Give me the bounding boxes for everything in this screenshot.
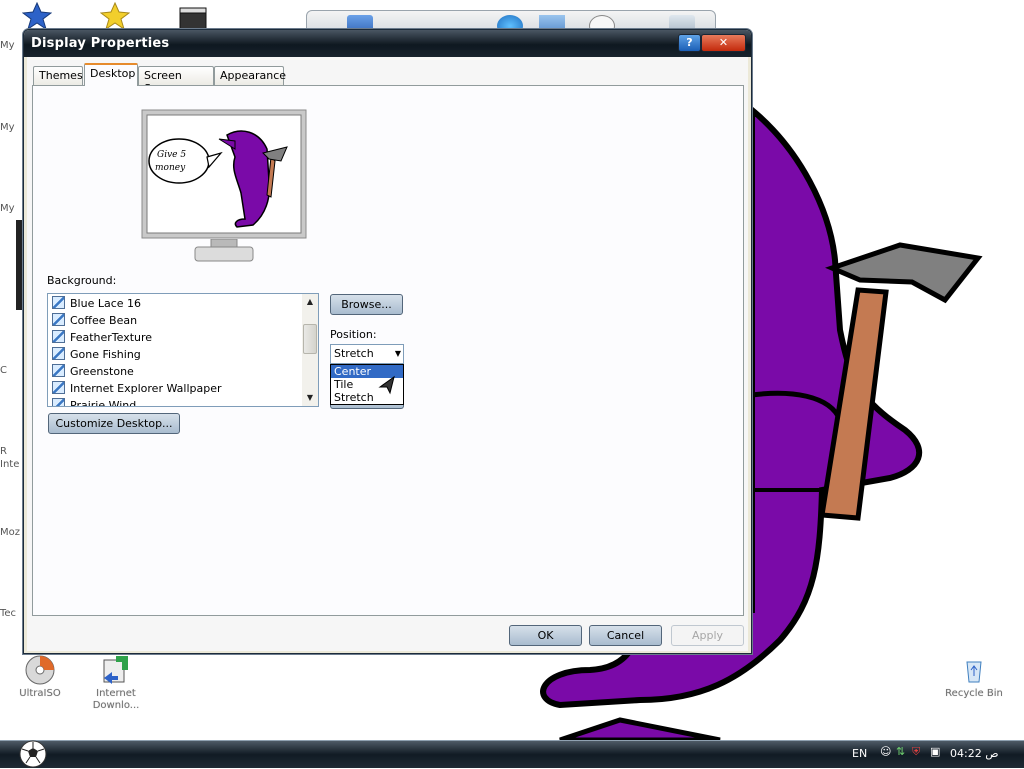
title-bar[interactable]: Display Properties ? ✕ bbox=[24, 30, 751, 57]
background-label: Background: bbox=[47, 274, 117, 287]
list-item[interactable]: Coffee Bean bbox=[52, 312, 137, 329]
position-label: Position: bbox=[330, 328, 377, 341]
list-item[interactable]: FeatherTexture bbox=[52, 329, 152, 346]
wallpaper-file-icon bbox=[52, 330, 65, 343]
mouse-cursor-icon bbox=[378, 375, 395, 395]
scroll-thumb[interactable] bbox=[303, 324, 317, 354]
help-button[interactable]: ? bbox=[678, 34, 701, 52]
desktop-icon-label-stub[interactable]: C bbox=[0, 365, 7, 376]
list-item[interactable]: Greenstone bbox=[52, 363, 134, 380]
desktop-icon-label-stub[interactable]: Tec bbox=[0, 608, 16, 619]
system-tray: EN ☺ ⇅ ⛨ ▣ 04:22 ص bbox=[844, 741, 1024, 769]
start-button-soccer-ball-icon[interactable] bbox=[18, 739, 48, 769]
wallpaper-file-icon bbox=[52, 364, 65, 377]
customize-desktop-button[interactable]: Customize Desktop... bbox=[48, 413, 180, 434]
list-scrollbar[interactable]: ▲ ▼ bbox=[302, 294, 318, 406]
position-dropdown[interactable]: Stretch ▼ bbox=[330, 344, 404, 364]
apply-button[interactable]: Apply bbox=[671, 625, 744, 646]
desktop-icon-recycle-bin[interactable]: Recycle Bin bbox=[942, 654, 1006, 700]
desktop-icon-label-stub[interactable]: My bbox=[0, 203, 15, 214]
chevron-down-icon[interactable]: ▼ bbox=[395, 345, 401, 363]
tab-appearance[interactable]: Appearance bbox=[214, 66, 286, 85]
desktop-icon-label-stub[interactable]: My bbox=[0, 122, 15, 133]
window-client-area: Themes Desktop Screen Saver Appearance G… bbox=[27, 57, 748, 651]
list-item[interactable]: Prairie Wind bbox=[52, 397, 136, 406]
disc-icon bbox=[25, 655, 55, 685]
clock[interactable]: 04:22 ص bbox=[950, 747, 999, 760]
desktop-preview-monitor: Give 5 money bbox=[141, 109, 307, 239]
position-selected-value: Stretch bbox=[334, 347, 374, 360]
taskbar: EN ☺ ⇅ ⛨ ▣ 04:22 ص bbox=[0, 740, 1024, 768]
language-indicator[interactable]: EN bbox=[852, 747, 867, 760]
desktop-icon-label: Recycle Bin bbox=[945, 688, 1003, 699]
star-shortcut-icon[interactable] bbox=[100, 2, 130, 30]
monitor-stand bbox=[194, 239, 254, 262]
browse-button[interactable]: Browse... bbox=[330, 294, 403, 315]
camera-tray-icon[interactable]: ▣ bbox=[930, 745, 940, 758]
desktop-icon-label-stub[interactable]: Inte bbox=[0, 459, 19, 470]
list-item[interactable]: Internet Explorer Wallpaper bbox=[52, 380, 222, 397]
ok-button[interactable]: OK bbox=[509, 625, 582, 646]
cancel-button[interactable]: Cancel bbox=[589, 625, 662, 646]
window-title: Display Properties bbox=[31, 36, 170, 51]
preview-speech-text-1: Give 5 bbox=[157, 150, 186, 160]
wallpaper-file-icon bbox=[52, 381, 65, 394]
tab-desktop[interactable]: Desktop bbox=[84, 63, 138, 86]
wallpaper-file-icon bbox=[52, 313, 65, 326]
wallpaper-file-icon bbox=[52, 398, 65, 406]
wallpaper-file-icon bbox=[52, 296, 65, 309]
background-list[interactable]: Blue Lace 16 Coffee Bean FeatherTexture … bbox=[47, 293, 319, 407]
media-clapper-icon[interactable] bbox=[178, 6, 208, 30]
desktop-tab-panel: Give 5 money Background: Blue Lace 16 Co… bbox=[32, 85, 744, 616]
desktop-icon-label: Internet Downlo... bbox=[92, 688, 140, 711]
wallpaper-file-icon bbox=[52, 347, 65, 360]
desktop-icon-label: UltraISO bbox=[19, 688, 61, 699]
tab-screen-saver[interactable]: Screen Saver bbox=[138, 66, 214, 95]
tab-themes[interactable]: Themes bbox=[33, 66, 83, 85]
desktop-icon-label-stub[interactable]: My bbox=[0, 40, 15, 51]
emoticon-tray-icon[interactable]: ☺ bbox=[880, 745, 891, 758]
display-properties-window: Display Properties ? ✕ Themes Desktop Sc… bbox=[23, 29, 752, 654]
preview-speech-text-2: money bbox=[155, 163, 186, 173]
download-manager-icon bbox=[103, 656, 128, 684]
shield-icon[interactable]: ⛨ bbox=[912, 745, 920, 759]
star-icon[interactable] bbox=[22, 2, 52, 30]
desktop-icon-label-stub[interactable]: R bbox=[0, 446, 7, 457]
list-item[interactable]: Gone Fishing bbox=[52, 346, 141, 363]
network-tray-icon[interactable]: ⇅ bbox=[896, 745, 905, 758]
recycle-bin-icon bbox=[966, 661, 982, 683]
desktop-icon-internet-download-manager[interactable]: Internet Downlo... bbox=[84, 654, 148, 712]
desktop-icon-label-stub[interactable]: Moz bbox=[0, 527, 20, 538]
scroll-down-button[interactable]: ▼ bbox=[302, 390, 318, 406]
desktop-icon-ultraiso[interactable]: UltraISO bbox=[8, 654, 72, 700]
scroll-up-button[interactable]: ▲ bbox=[302, 294, 318, 310]
close-button[interactable]: ✕ bbox=[701, 34, 746, 52]
list-item[interactable]: Blue Lace 16 bbox=[52, 295, 141, 312]
